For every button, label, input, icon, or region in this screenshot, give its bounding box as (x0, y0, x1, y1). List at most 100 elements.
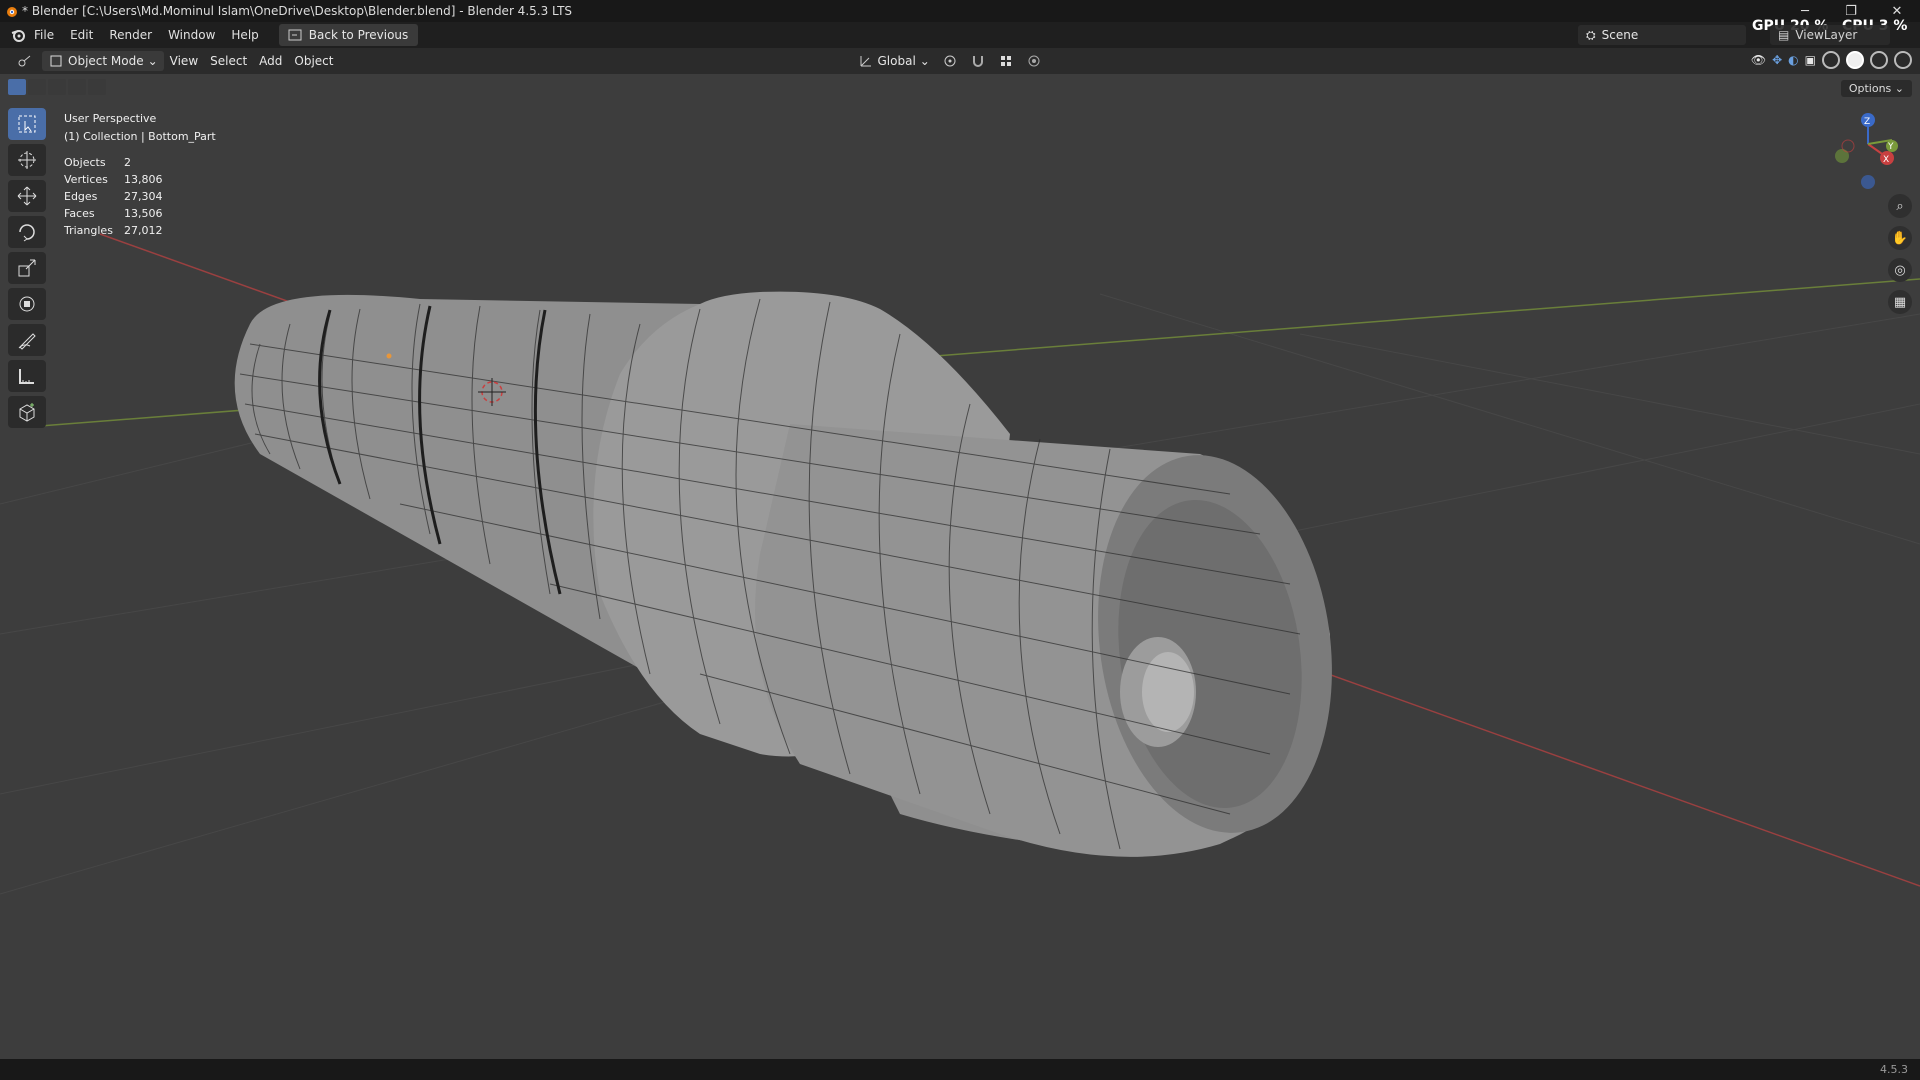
back-icon (288, 29, 302, 41)
annotate-tool[interactable] (8, 324, 46, 356)
measure-icon (19, 369, 34, 384)
rotate-icon (19, 224, 35, 242)
snap-toggle[interactable] (964, 51, 992, 71)
mode-dropdown[interactable]: Object Mode ⌄ (42, 51, 164, 71)
stat-label: Objects (64, 156, 106, 169)
pan-hand-icon[interactable]: ✋ (1888, 226, 1912, 250)
menu-render[interactable]: Render (101, 28, 160, 42)
select-new-mode[interactable] (8, 79, 26, 95)
mesh-object[interactable] (234, 291, 1356, 857)
add-cube-icon (19, 403, 35, 422)
menu-edit[interactable]: Edit (62, 28, 101, 42)
menu-file[interactable]: File (26, 28, 62, 42)
rotate-tool[interactable] (8, 216, 46, 248)
scale-tool[interactable] (8, 252, 46, 284)
camera-view-icon[interactable]: ◎ (1888, 258, 1912, 282)
pivot-point-button[interactable] (936, 51, 964, 71)
ortho-toggle-icon[interactable]: ▦ (1888, 290, 1912, 314)
perspective-label: User Perspective (64, 112, 157, 125)
snap-target-button[interactable] (992, 51, 1020, 71)
cursor-tool[interactable] (8, 144, 46, 176)
transform-tool[interactable] (8, 288, 46, 320)
scene-selector[interactable]: ⛭ Scene (1578, 25, 1746, 45)
stat-value: 27,012 (124, 224, 163, 237)
solid-shading-icon[interactable] (1846, 51, 1864, 69)
scene-icon: ⛭ (1586, 27, 1596, 42)
proportional-edit-toggle[interactable] (1020, 51, 1048, 71)
viewport-header-right: 👁 ✥ ◐ ▣ (1751, 51, 1912, 69)
select-subtract-mode[interactable] (48, 79, 66, 95)
menu-add[interactable]: Add (253, 52, 288, 70)
selection-mode-buttons (8, 79, 106, 95)
stat-value: 27,304 (124, 190, 163, 203)
proportional-edit-icon (1028, 55, 1040, 67)
material-shading-icon[interactable] (1870, 51, 1888, 69)
rendered-shading-icon[interactable] (1894, 51, 1912, 69)
annotate-icon (18, 333, 36, 350)
stat-row: Triangles 27,012 (64, 222, 163, 239)
options-label: Options (1848, 82, 1892, 95)
blender-menu-icon[interactable] (10, 27, 26, 43)
stat-row: Objects 2 (64, 154, 163, 171)
view-layer-icon: ▤ (1778, 28, 1790, 42)
stat-row: Vertices 13,806 (64, 171, 163, 188)
orientation-label: Global (877, 54, 916, 68)
stat-value: 13,506 (124, 207, 163, 220)
view-layer-selector[interactable]: ▤ ViewLayer (1770, 25, 1890, 45)
add-cube-tool[interactable] (8, 396, 46, 428)
viewport-header: Object Mode ⌄ View Select Add Object Glo… (0, 48, 1920, 74)
editor-type-icon (18, 55, 31, 67)
back-to-previous-label: Back to Previous (308, 28, 409, 42)
menu-help[interactable]: Help (223, 28, 266, 42)
3d-viewport[interactable]: Z X Y (0, 74, 1920, 1059)
version-label: 4.5.3 (1880, 1063, 1908, 1076)
select-box-tool[interactable] (8, 108, 46, 140)
zoom-icon[interactable]: ⌕ (1888, 194, 1912, 218)
transform-icon (19, 296, 35, 312)
navigation-gizmo[interactable]: Z X Y (1835, 113, 1898, 189)
overlay-toggle-icon[interactable]: ◐ (1788, 53, 1798, 67)
wireframe-shading-icon[interactable] (1822, 51, 1840, 69)
back-to-previous-button[interactable]: Back to Previous (278, 24, 419, 46)
select-invert-mode[interactable] (68, 79, 86, 95)
orientation-icon (860, 56, 871, 67)
measure-tool[interactable] (8, 360, 46, 392)
menu-window[interactable]: Window (160, 28, 223, 42)
move-tool[interactable] (8, 180, 46, 212)
stat-value: 13,806 (124, 173, 163, 186)
tool-shelf (8, 108, 46, 428)
menu-view[interactable]: View (164, 52, 204, 70)
window-title: * Blender [C:\Users\Md.Mominul Islam\One… (22, 4, 573, 18)
chevron-down-icon: ⌄ (1894, 82, 1904, 95)
gizmo-toggle-icon[interactable]: ✥ (1772, 53, 1782, 67)
options-dropdown[interactable]: Options ⌄ (1840, 80, 1912, 97)
visibility-icon[interactable]: 👁 (1751, 53, 1766, 67)
stat-label: Triangles (64, 224, 113, 237)
pivot-icon (944, 55, 956, 67)
magnet-icon (972, 56, 983, 67)
object-mode-icon (50, 55, 62, 67)
menu-select[interactable]: Select (204, 52, 253, 70)
stat-value: 2 (124, 156, 131, 169)
editor-type-button[interactable] (10, 51, 38, 71)
viewport-info: User Perspective (1) Collection | Bottom… (64, 110, 216, 146)
transform-orientation-dropdown[interactable]: Global ⌄ (852, 51, 936, 71)
cursor-icon (18, 151, 36, 169)
select-intersect-mode[interactable] (88, 79, 106, 95)
stat-label: Vertices (64, 173, 108, 186)
scale-icon (18, 259, 36, 277)
status-bar: 4.5.3 (0, 1059, 1920, 1080)
blender-logo-icon (7, 7, 17, 17)
select-extend-mode[interactable] (28, 79, 46, 95)
menu-object[interactable]: Object (288, 52, 339, 70)
view-layer-name: ViewLayer (1795, 28, 1858, 42)
viewport-navigation: ⌕ ✋ ◎ ▦ (1888, 194, 1912, 314)
select-box-icon (18, 115, 36, 133)
gizmo-x-label: X (1883, 155, 1889, 165)
stat-row: Faces 13,506 (64, 205, 163, 222)
stat-label: Faces (64, 207, 95, 220)
chevron-down-icon: ⌄ (919, 54, 930, 68)
scene-render: Z X Y (0, 113, 1920, 895)
gizmo-z-label: Z (1864, 117, 1870, 127)
xray-toggle-icon[interactable]: ▣ (1805, 53, 1816, 67)
